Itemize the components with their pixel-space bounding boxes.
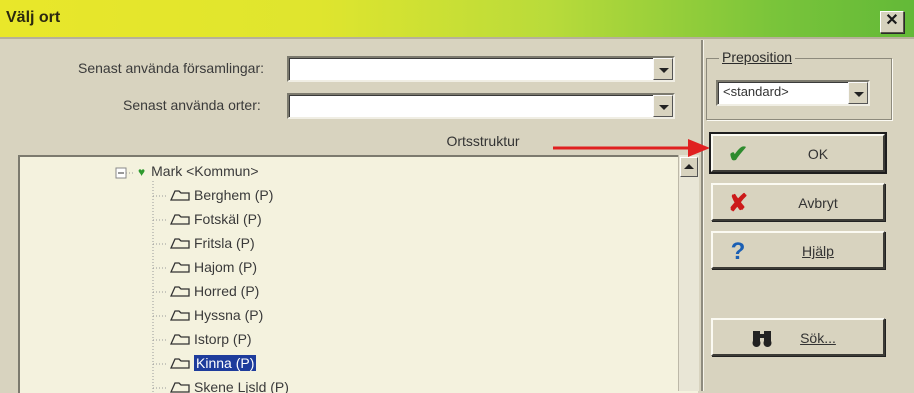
tree-item-selected[interactable]: Kinna (P) — [170, 355, 257, 371]
tree-root-label: Mark <Kommun> — [151, 163, 259, 179]
tree-item-label: Fotskäl (P) — [194, 211, 262, 227]
tree-root-item[interactable]: ♥ Mark <Kommun> — [138, 163, 259, 179]
tree-item-label: Kinna (P) — [194, 355, 257, 371]
help-button-label: Hjälp — [802, 243, 834, 259]
ok-button[interactable]: ✔ OK — [709, 132, 887, 174]
folder-icon — [170, 334, 190, 345]
folder-icon — [170, 190, 190, 201]
tree-lines — [115, 167, 168, 393]
close-icon: ✕ — [885, 12, 899, 29]
tree-item-label: Hyssna (P) — [194, 307, 264, 323]
tree-item[interactable]: Fotskäl (P) — [170, 211, 262, 227]
folder-icon — [170, 382, 190, 393]
tree-item[interactable]: Istorp (P) — [170, 331, 252, 347]
recent-parishes-label: Senast använda församlingar: — [78, 60, 264, 76]
tree-item[interactable]: Hyssna (P) — [170, 307, 263, 323]
recent-places-label: Senast använda orter: — [123, 97, 261, 113]
binoculars-icon — [752, 331, 772, 347]
tree-item-label: Istorp (P) — [194, 331, 252, 347]
folder-icon — [170, 310, 190, 321]
tree-header: Ortsstruktur — [288, 133, 678, 155]
tree-item[interactable]: Hajom (P) — [170, 259, 257, 275]
search-button-label: Sök... — [800, 330, 836, 346]
title-bar: Välj ort ✕ — [0, 0, 914, 39]
tree-item[interactable]: Fritsla (P) — [170, 235, 255, 251]
tree-item-label: Hajom (P) — [194, 259, 258, 275]
preposition-dropdown[interactable]: <standard> — [716, 80, 870, 106]
preposition-legend-text: Preposition — [722, 49, 793, 65]
place-tree[interactable]: ♥ Mark <Kommun> Berghem (P) Fotskäl (P) F… — [18, 155, 698, 393]
folder-icon — [170, 262, 190, 273]
recent-places-dropdown[interactable] — [287, 93, 675, 119]
help-button[interactable]: ? Hjälp — [711, 231, 885, 269]
window-title: Välj ort — [6, 9, 61, 26]
ok-button-label: OK — [807, 146, 829, 162]
chevron-down-icon[interactable] — [653, 58, 673, 80]
folder-icon — [170, 286, 190, 297]
preposition-legend: Preposition — [719, 49, 796, 65]
tree-item[interactable]: Horred (P) — [170, 283, 259, 299]
folder-icon — [170, 214, 190, 225]
preposition-value: <standard> — [723, 84, 789, 99]
panel-separator — [701, 40, 704, 391]
recent-parishes-dropdown[interactable] — [287, 56, 675, 82]
tree-item[interactable]: Berghem (P) — [170, 187, 273, 203]
folder-icon — [170, 358, 190, 369]
scroll-up-icon[interactable] — [680, 157, 698, 177]
cancel-button-label: Avbryt — [798, 195, 838, 211]
question-icon: ? — [730, 238, 746, 265]
x-icon: ✘ — [727, 190, 749, 217]
map-pin-icon: ♥ — [138, 165, 146, 179]
tree-item-label: Horred (P) — [194, 283, 260, 299]
tree-item-label: Berghem (P) — [194, 187, 274, 203]
close-button[interactable]: ✕ — [880, 11, 904, 33]
chevron-down-icon[interactable] — [848, 82, 868, 104]
chevron-down-icon[interactable] — [653, 95, 673, 117]
tree-scrollbar[interactable] — [678, 155, 699, 391]
cancel-button[interactable]: ✘ Avbryt — [711, 183, 885, 221]
tree-item-label: Fritsla (P) — [194, 235, 255, 251]
checkmark-icon: ✔ — [727, 141, 749, 168]
search-button[interactable]: Sök... — [711, 318, 885, 356]
folder-icon — [170, 238, 190, 249]
